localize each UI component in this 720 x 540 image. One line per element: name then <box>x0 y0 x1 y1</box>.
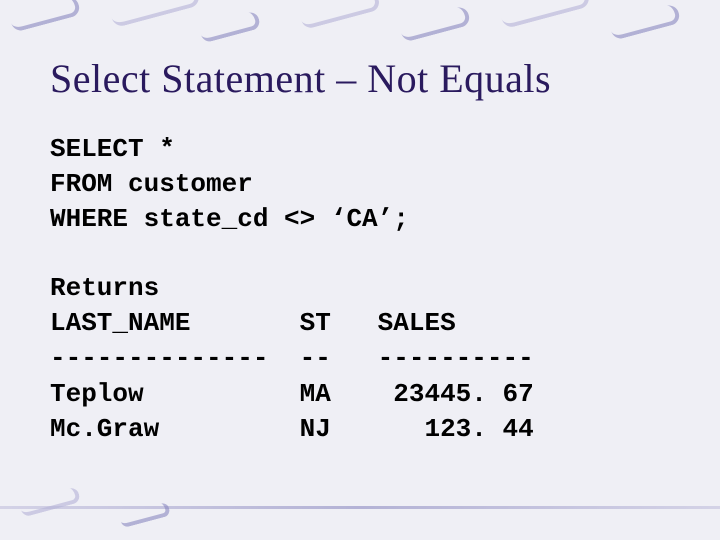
decorative-top-border <box>0 0 720 60</box>
slide-title: Select Statement – Not Equals <box>50 55 670 102</box>
query-result-block: Returns LAST_NAME ST SALES -------------… <box>50 271 670 446</box>
result-divider-row: -------------- -- ---------- <box>50 343 534 373</box>
slide-content: Select Statement – Not Equals SELECT * F… <box>50 55 670 447</box>
result-row-1: Teplow MA 23445. 67 <box>50 379 534 409</box>
sql-line-3: WHERE state_cd <> ‘CA’; <box>50 204 409 234</box>
decorative-bottom-border <box>0 480 720 540</box>
sql-line-1: SELECT * <box>50 134 175 164</box>
sql-line-2: FROM customer <box>50 169 253 199</box>
result-header-row: LAST_NAME ST SALES <box>50 308 456 338</box>
result-row-2: Mc.Graw NJ 123. 44 <box>50 414 534 444</box>
sql-query-block: SELECT * FROM customer WHERE state_cd <>… <box>50 132 670 237</box>
result-heading: Returns <box>50 273 159 303</box>
